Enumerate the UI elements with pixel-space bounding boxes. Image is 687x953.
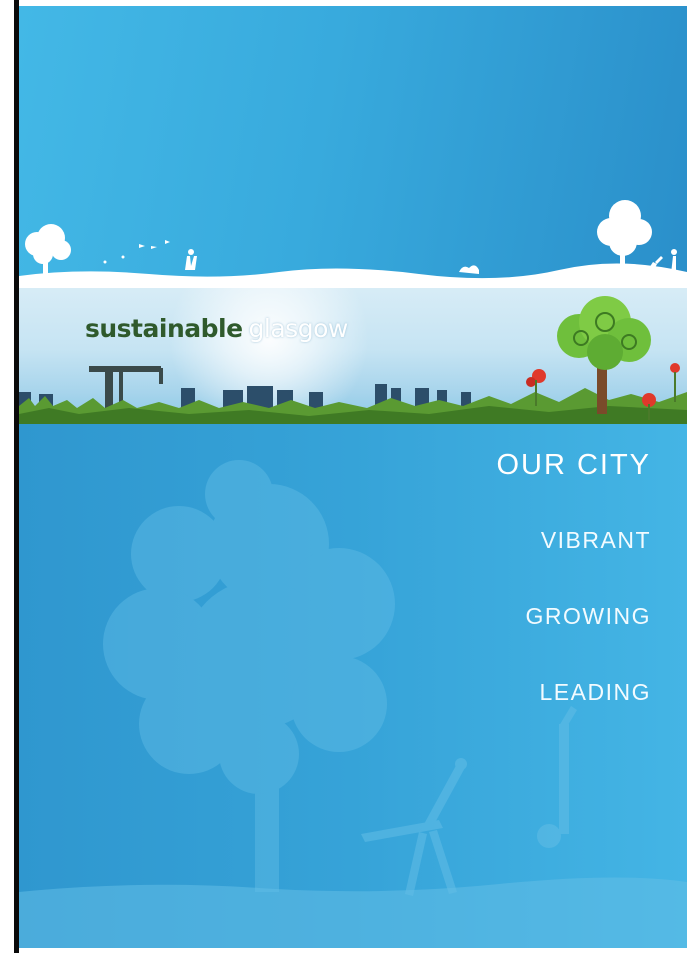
menu-item-vibrant[interactable]: VIBRANT	[541, 527, 651, 554]
brand-word-sustainable: sustainable	[85, 314, 243, 343]
cover: sustainable glasgow OUR CITY VIBRANT GRO…	[19, 6, 687, 948]
menu-item-leading[interactable]: LEADING	[540, 679, 651, 706]
handstand-figure-icon	[537, 706, 577, 848]
menu-item-growing[interactable]: GROWING	[526, 603, 652, 630]
landscape-silhouette-icon	[19, 200, 687, 286]
cartwheel-figure-icon	[361, 758, 467, 896]
menu-heading: OUR CITY	[496, 449, 651, 481]
brand-logo: sustainable glasgow	[85, 314, 348, 343]
banner-illustration	[19, 296, 687, 424]
brand-banner: sustainable glasgow	[19, 286, 687, 426]
top-sky-panel	[19, 6, 687, 286]
lower-panel: OUR CITY VIBRANT GROWING LEADING	[19, 424, 687, 948]
tree-silhouette-icon	[25, 224, 71, 274]
brand-word-glasgow: glasgow	[248, 314, 349, 343]
poster-page: sustainable glasgow OUR CITY VIBRANT GRO…	[0, 0, 687, 953]
tree-silhouette-icon	[103, 460, 395, 892]
